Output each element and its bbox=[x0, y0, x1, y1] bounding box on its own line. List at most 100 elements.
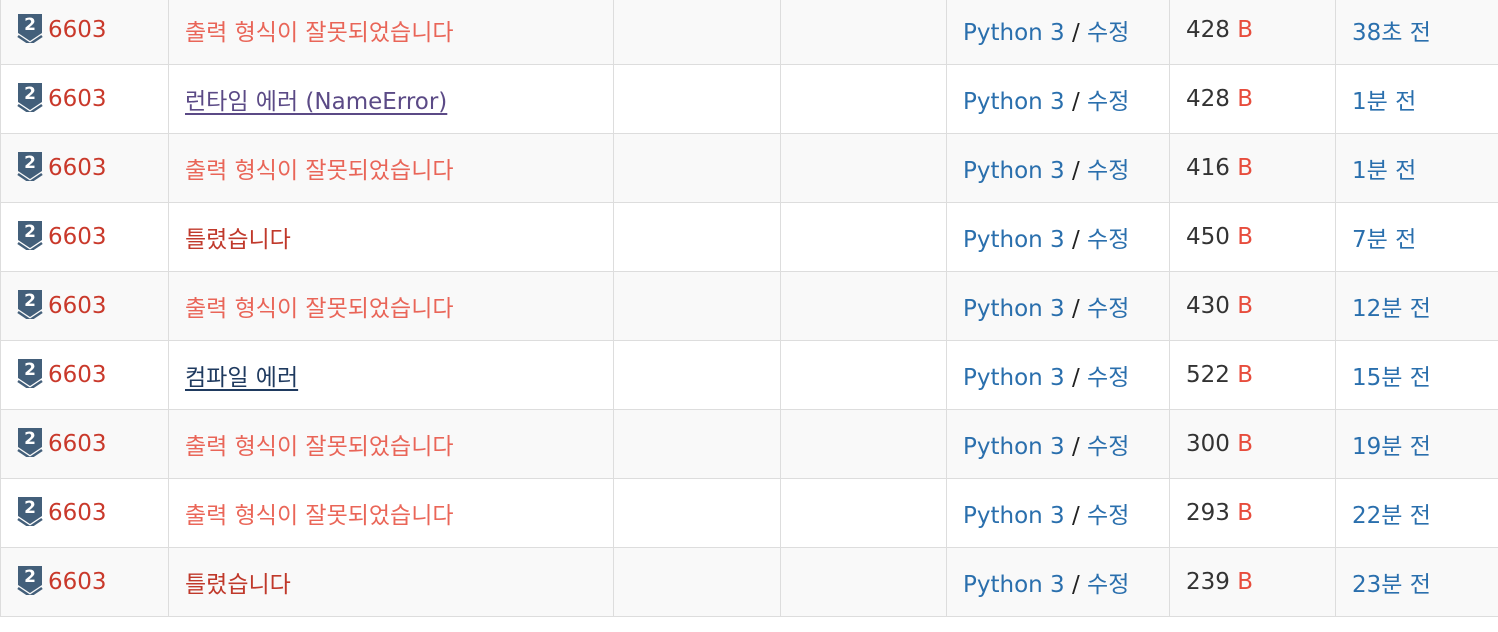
language-separator: / bbox=[1071, 296, 1080, 322]
edit-link[interactable]: 수정 bbox=[1087, 89, 1129, 115]
submitted-time-link[interactable]: 7분 전 bbox=[1352, 227, 1416, 253]
edit-link[interactable]: 수정 bbox=[1087, 158, 1129, 184]
runtime-cell bbox=[780, 271, 947, 341]
language-cell: Python 3 / 수정 bbox=[946, 0, 1170, 65]
language-separator: / bbox=[1071, 20, 1080, 46]
code-length-unit: B bbox=[1237, 362, 1253, 388]
problem-link[interactable]: 6603 bbox=[48, 431, 107, 457]
result-cell: 출력 형식이 잘못되었습니다 bbox=[168, 0, 614, 65]
language-separator: / bbox=[1071, 227, 1080, 253]
edit-link[interactable]: 수정 bbox=[1087, 503, 1129, 529]
problem-link[interactable]: 6603 bbox=[48, 362, 107, 388]
code-length-unit: B bbox=[1237, 500, 1253, 526]
submitted-time-link[interactable]: 1분 전 bbox=[1352, 158, 1416, 184]
submitted-time-link[interactable]: 19분 전 bbox=[1352, 434, 1431, 460]
code-length-value: 300 bbox=[1186, 431, 1230, 457]
code-length-value: 428 bbox=[1186, 86, 1230, 112]
problem-cell: 2 6603 bbox=[0, 340, 169, 410]
language-cell: Python 3 / 수정 bbox=[946, 202, 1170, 272]
language-link[interactable]: Python 3 bbox=[963, 503, 1065, 529]
code-length-unit: B bbox=[1237, 155, 1253, 181]
result-text: 컴파일 에러 bbox=[185, 365, 299, 391]
problem-link[interactable]: 6603 bbox=[48, 17, 107, 43]
problem-link[interactable]: 6603 bbox=[48, 293, 107, 319]
language-cell: Python 3 / 수정 bbox=[946, 547, 1170, 617]
problem-cell: 2 6603 bbox=[0, 202, 169, 272]
silver-tier-badge-icon: 2 bbox=[17, 359, 43, 388]
code-length-cell: 522 B bbox=[1169, 340, 1336, 410]
problem-cell: 2 6603 bbox=[0, 64, 169, 134]
language-cell: Python 3 / 수정 bbox=[946, 64, 1170, 134]
memory-cell bbox=[613, 271, 781, 341]
language-link[interactable]: Python 3 bbox=[963, 158, 1065, 184]
submission-row: 2 6603 출력 형식이 잘못되었습니다 Python 3 / 수정 300 … bbox=[0, 409, 1498, 479]
submission-row: 2 6603 틀렸습니다 Python 3 / 수정 450 B 7분 전 bbox=[0, 202, 1498, 272]
silver-tier-badge-icon: 2 bbox=[17, 497, 43, 526]
submission-status-table: 2 6603 출력 형식이 잘못되었습니다 Python 3 / 수정 428 … bbox=[0, 0, 1498, 617]
memory-cell bbox=[613, 202, 781, 272]
problem-cell: 2 6603 bbox=[0, 547, 169, 617]
submitted-time-link[interactable]: 23분 전 bbox=[1352, 572, 1431, 598]
submitted-time-link[interactable]: 1분 전 bbox=[1352, 89, 1416, 115]
problem-cell: 2 6603 bbox=[0, 271, 169, 341]
problem-cell: 2 6603 bbox=[0, 409, 169, 479]
submission-row: 2 6603 컴파일 에러 Python 3 / 수정 522 B 15분 전 bbox=[0, 340, 1498, 410]
language-link[interactable]: Python 3 bbox=[963, 572, 1065, 598]
silver-tier-badge-icon: 2 bbox=[17, 221, 43, 250]
tier-number: 2 bbox=[24, 567, 36, 587]
problem-link[interactable]: 6603 bbox=[48, 500, 107, 526]
submission-row: 2 6603 출력 형식이 잘못되었습니다 Python 3 / 수정 430 … bbox=[0, 271, 1498, 341]
code-length-value: 428 bbox=[1186, 17, 1230, 43]
language-link[interactable]: Python 3 bbox=[963, 365, 1065, 391]
language-separator: / bbox=[1071, 89, 1080, 115]
problem-link[interactable]: 6603 bbox=[48, 224, 107, 250]
edit-link[interactable]: 수정 bbox=[1087, 20, 1129, 46]
edit-link[interactable]: 수정 bbox=[1087, 434, 1129, 460]
code-length-cell: 239 B bbox=[1169, 547, 1336, 617]
submission-row: 2 6603 런타임 에러 (NameError) Python 3 / 수정 … bbox=[0, 64, 1498, 134]
runtime-cell bbox=[780, 64, 947, 134]
language-link[interactable]: Python 3 bbox=[963, 296, 1065, 322]
runtime-cell bbox=[780, 340, 947, 410]
submitted-time-link[interactable]: 15분 전 bbox=[1352, 365, 1431, 391]
result-cell: 출력 형식이 잘못되었습니다 bbox=[168, 133, 614, 203]
edit-link[interactable]: 수정 bbox=[1087, 572, 1129, 598]
edit-link[interactable]: 수정 bbox=[1087, 296, 1129, 322]
submitted-time-cell: 1분 전 bbox=[1335, 64, 1498, 134]
code-length-unit: B bbox=[1237, 86, 1253, 112]
submitted-time-link[interactable]: 22분 전 bbox=[1352, 503, 1431, 529]
submitted-time-link[interactable]: 12분 전 bbox=[1352, 296, 1431, 322]
problem-link[interactable]: 6603 bbox=[48, 155, 107, 181]
code-length-value: 293 bbox=[1186, 500, 1230, 526]
submitted-time-link[interactable]: 38초 전 bbox=[1352, 20, 1431, 46]
language-link[interactable]: Python 3 bbox=[963, 434, 1065, 460]
memory-cell bbox=[613, 64, 781, 134]
runtime-cell bbox=[780, 409, 947, 479]
problem-cell: 2 6603 bbox=[0, 478, 169, 548]
code-length-unit: B bbox=[1237, 293, 1253, 319]
language-link[interactable]: Python 3 bbox=[963, 227, 1065, 253]
submission-rows: 2 6603 출력 형식이 잘못되었습니다 Python 3 / 수정 428 … bbox=[0, 0, 1498, 617]
result-text: 출력 형식이 잘못되었습니다 bbox=[185, 434, 454, 460]
language-separator: / bbox=[1071, 365, 1080, 391]
submission-row: 2 6603 틀렸습니다 Python 3 / 수정 239 B 23분 전 bbox=[0, 547, 1498, 617]
problem-link[interactable]: 6603 bbox=[48, 569, 107, 595]
edit-link[interactable]: 수정 bbox=[1087, 365, 1129, 391]
silver-tier-badge-icon: 2 bbox=[17, 83, 43, 112]
runtime-cell bbox=[780, 202, 947, 272]
memory-cell bbox=[613, 340, 781, 410]
tier-number: 2 bbox=[24, 15, 36, 35]
code-length-cell: 293 B bbox=[1169, 478, 1336, 548]
submitted-time-cell: 1분 전 bbox=[1335, 133, 1498, 203]
tier-number: 2 bbox=[24, 429, 36, 449]
result-text: 출력 형식이 잘못되었습니다 bbox=[185, 20, 454, 46]
tier-number: 2 bbox=[24, 222, 36, 242]
problem-link[interactable]: 6603 bbox=[48, 86, 107, 112]
edit-link[interactable]: 수정 bbox=[1087, 227, 1129, 253]
result-text: 런타임 에러 (NameError) bbox=[185, 89, 448, 115]
language-link[interactable]: Python 3 bbox=[963, 20, 1065, 46]
language-link[interactable]: Python 3 bbox=[963, 89, 1065, 115]
submission-row: 2 6603 출력 형식이 잘못되었습니다 Python 3 / 수정 293 … bbox=[0, 478, 1498, 548]
result-text: 출력 형식이 잘못되었습니다 bbox=[185, 158, 454, 184]
memory-cell bbox=[613, 478, 781, 548]
